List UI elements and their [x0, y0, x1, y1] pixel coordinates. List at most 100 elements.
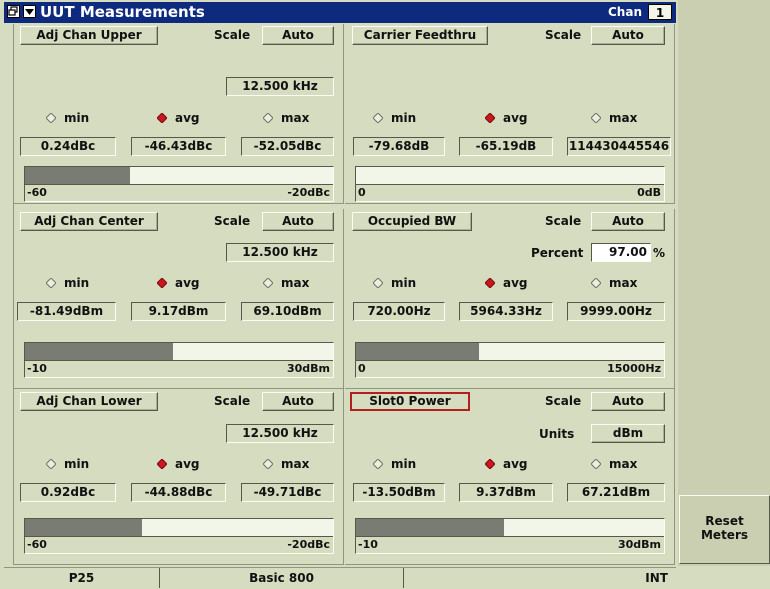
meter-high-label: 0dB	[637, 186, 661, 199]
max-radio-label: max	[281, 276, 310, 290]
max-radio-label: max	[609, 111, 638, 125]
avg-radio[interactable]: avg	[157, 276, 200, 290]
restore-icon[interactable]	[7, 5, 20, 18]
bandwidth-setting-field[interactable]: 12.500 kHz	[226, 77, 334, 96]
panel-carrier-feedthru: Carrier Feedthru Scale Auto min avg max …	[345, 24, 675, 204]
occupied-bw-button[interactable]: Occupied BW	[352, 212, 472, 231]
max-radio[interactable]: max	[591, 111, 637, 125]
chan-field[interactable]: 1	[648, 4, 672, 20]
min-radio[interactable]: min	[373, 276, 416, 290]
panel-adj-chan-center: Adj Chan Center Scale Auto 12.500 kHz mi…	[14, 209, 344, 389]
panel-slot0-power: Slot0 Power Scale Auto Units dBm min avg…	[345, 389, 675, 565]
max-radio[interactable]: max	[591, 457, 637, 471]
max-radio[interactable]: max	[263, 457, 309, 471]
meter-track	[356, 167, 664, 185]
meter-low-label: 0	[358, 362, 366, 375]
min-value: 0.24dBc	[20, 137, 116, 156]
scale-label: Scale	[214, 28, 251, 42]
meter-fill	[25, 343, 173, 360]
level-meter: -60 -20dBc	[24, 518, 334, 554]
scale-auto-button[interactable]: Auto	[591, 392, 665, 411]
min-value: -79.68dB	[353, 137, 445, 156]
max-value: -52.05dBc	[241, 137, 334, 156]
panel-adj-chan-upper: Adj Chan Upper Scale Auto 12.500 kHz min…	[14, 24, 344, 204]
bandwidth-setting-field[interactable]: 12.500 kHz	[226, 424, 334, 443]
min-radio-label: min	[64, 276, 90, 290]
scale-label: Scale	[545, 28, 582, 42]
max-radio-label: max	[609, 276, 638, 290]
avg-radio[interactable]: avg	[485, 457, 528, 471]
radio-unselected-icon	[263, 459, 273, 469]
meter-high-label: 15000Hz	[607, 362, 661, 375]
avg-radio-label: avg	[175, 111, 200, 125]
uut-measurements-window: UUT Measurements Chan 1 Adj Chan Upper S…	[0, 0, 770, 589]
avg-radio[interactable]: avg	[157, 457, 200, 471]
avg-value: 5964.33Hz	[459, 302, 553, 321]
status-mode: P25	[4, 568, 160, 588]
max-value: 67.21dBm	[567, 483, 665, 502]
status-reference: INT	[645, 571, 668, 585]
avg-radio-label: avg	[503, 276, 528, 290]
scale-auto-button[interactable]: Auto	[591, 212, 665, 231]
slot0-power-button[interactable]: Slot0 Power	[350, 392, 470, 411]
min-radio[interactable]: min	[373, 111, 416, 125]
meter-low-label: -60	[27, 538, 47, 551]
softkey-column	[678, 0, 770, 566]
meter-low-label: -10	[358, 538, 378, 551]
level-meter: 0 0dB	[355, 166, 665, 202]
avg-radio[interactable]: avg	[485, 111, 528, 125]
bandwidth-setting-field[interactable]: 12.500 kHz	[226, 243, 334, 262]
min-radio[interactable]: min	[373, 457, 416, 471]
reset-meters-button[interactable]: Reset Meters	[679, 495, 770, 564]
percent-field[interactable]: 97.00	[591, 243, 651, 262]
meter-high-label: 30dBm	[617, 538, 661, 551]
max-radio[interactable]: max	[263, 111, 309, 125]
max-value: 114430445546	[567, 137, 671, 156]
avg-value: -46.43dBc	[131, 137, 226, 156]
adj-chan-center-button[interactable]: Adj Chan Center	[20, 212, 158, 231]
scale-auto-button[interactable]: Auto	[262, 212, 334, 231]
min-radio[interactable]: min	[46, 457, 89, 471]
avg-radio[interactable]: avg	[157, 111, 200, 125]
reset-meters-label-line2: Meters	[700, 528, 748, 542]
radio-unselected-icon	[591, 113, 601, 123]
scale-auto-button[interactable]: Auto	[262, 392, 334, 411]
meter-fill	[25, 167, 130, 184]
radio-unselected-icon	[263, 113, 273, 123]
carrier-feedthru-button[interactable]: Carrier Feedthru	[352, 26, 488, 45]
min-radio[interactable]: min	[46, 111, 89, 125]
meter-low-label: 0	[358, 186, 366, 199]
title-bar: UUT Measurements Chan 1	[4, 2, 676, 23]
max-radio[interactable]: max	[263, 276, 309, 290]
scale-auto-button[interactable]: Auto	[591, 26, 665, 45]
avg-value: 9.37dBm	[459, 483, 553, 502]
adj-chan-lower-button[interactable]: Adj Chan Lower	[20, 392, 158, 411]
scale-auto-button[interactable]: Auto	[262, 26, 334, 45]
meter-fill	[356, 519, 504, 536]
meter-track	[356, 519, 664, 537]
avg-radio[interactable]: avg	[485, 276, 528, 290]
avg-value: 9.17dBm	[131, 302, 226, 321]
max-radio[interactable]: max	[591, 276, 637, 290]
units-dbm-button[interactable]: dBm	[591, 424, 665, 443]
radio-selected-icon	[157, 459, 167, 469]
avg-radio-label: avg	[175, 457, 200, 471]
meter-high-label: -20dBc	[287, 538, 330, 551]
radio-unselected-icon	[46, 278, 56, 288]
avg-value: -44.88dBc	[131, 483, 226, 502]
status-bar: P25 Basic 800 INT	[4, 567, 676, 588]
meter-track	[25, 343, 333, 361]
min-value: 0.92dBc	[20, 483, 116, 502]
units-label: Units	[539, 427, 575, 441]
radio-selected-icon	[485, 113, 495, 123]
min-radio-label: min	[391, 457, 417, 471]
max-radio-label: max	[281, 457, 310, 471]
min-radio[interactable]: min	[46, 276, 89, 290]
min-radio-label: min	[391, 111, 417, 125]
adj-chan-upper-button[interactable]: Adj Chan Upper	[20, 26, 158, 45]
radio-selected-icon	[157, 278, 167, 288]
menu-down-icon[interactable]	[23, 5, 36, 18]
radio-unselected-icon	[373, 278, 383, 288]
min-radio-label: min	[391, 276, 417, 290]
meter-high-label: -20dBc	[287, 186, 330, 199]
